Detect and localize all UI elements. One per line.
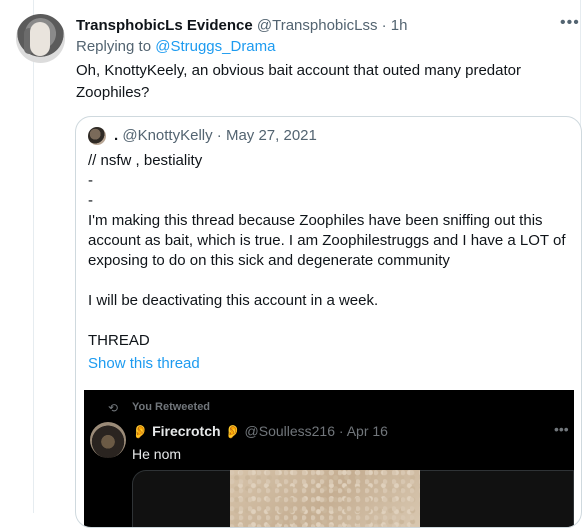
reply-context: Replying to @Struggs_Drama [76, 38, 276, 55]
quoted-header: . @KnottyKelly · May 27, 2021 [114, 127, 317, 144]
avatar-shape [30, 22, 50, 56]
embedded-handle: @Soulless216 [244, 423, 336, 439]
embedded-text: He nom [132, 446, 182, 462]
separator: · [381, 17, 387, 34]
reply-prefix: Replying to [76, 38, 152, 55]
show-thread-link[interactable]: Show this thread [88, 355, 200, 372]
more-icon: ••• [554, 421, 569, 437]
avatar[interactable] [16, 14, 65, 63]
embedded-avatar [90, 422, 126, 458]
timestamp[interactable]: 1h [391, 17, 408, 34]
embedded-date: Apr 16 [346, 423, 388, 439]
embedded-media[interactable]: ⟲ You Retweeted 👂 Firecrotch 👂 @Soulless… [84, 390, 574, 527]
media-image [230, 470, 420, 527]
tweet-text: Oh, KnottyKeely, an obvious bait account… [76, 62, 521, 101]
quoted-handle-prefix: . [114, 127, 119, 144]
quoted-tweet[interactable]: . @KnottyKelly · May 27, 2021 // nsfw , … [75, 116, 582, 528]
more-icon[interactable]: ••• [560, 14, 580, 32]
embedded-header: 👂 Firecrotch 👂 @Soulless216 · Apr 16 [132, 423, 388, 440]
quoted-avatar[interactable] [88, 127, 106, 145]
quoted-date[interactable]: May 27, 2021 [226, 127, 317, 144]
retweet-label: You Retweeted [132, 401, 211, 413]
reply-to-link[interactable]: @Struggs_Drama [155, 38, 275, 55]
embedded-display-name: Firecrotch [152, 423, 221, 439]
user-handle[interactable]: @TransphobicLss [257, 17, 378, 34]
tweet-header: TransphobicLs Evidence @TransphobicLss ·… [76, 16, 407, 36]
ear-icon: 👂 [132, 424, 149, 439]
separator: · [216, 127, 222, 144]
quoted-handle[interactable]: @KnottyKelly [122, 127, 212, 144]
display-name[interactable]: TransphobicLs Evidence [76, 17, 253, 34]
thread-line [33, 0, 34, 513]
retweet-icon: ⟲ [108, 401, 119, 415]
quoted-text: // nsfw , bestiality - - I'm making this… [88, 152, 566, 349]
separator: · [338, 423, 344, 439]
ear-icon: 👂 [224, 424, 241, 439]
